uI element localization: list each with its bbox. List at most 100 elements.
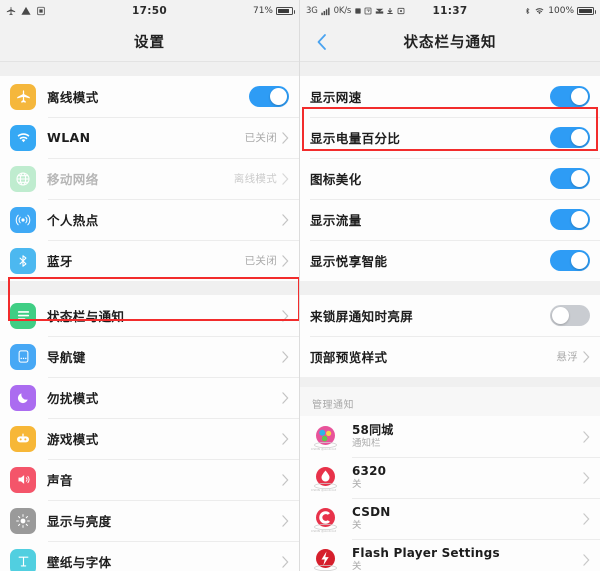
sidebar-item-label: 游戏模式 (47, 432, 99, 447)
chevron-right-icon (583, 553, 590, 566)
app-status: 关 (352, 520, 362, 531)
setting-row-wake-on-lockscreen-notification[interactable]: 来锁屏通知时亮屏 (300, 295, 600, 336)
sidebar-item-mobile-network[interactable]: 移动网络 离线模式 (0, 158, 299, 199)
right-phone-panel: 3G 0K/s 11:37 100% 状态栏与通知 显示网速 显示电量百分比 图… (300, 0, 600, 571)
setting-label: 顶部预览样式 (310, 350, 388, 365)
setting-row-show-netspeed[interactable]: 显示网速 (300, 76, 600, 117)
chevron-right-icon (583, 350, 590, 363)
sidebar-item-wlan[interactable]: WLAN 已关闭 (0, 117, 299, 158)
sidebar-item-bluetooth[interactable]: 蓝牙 已关闭 (0, 240, 299, 281)
airplane-icon (10, 83, 36, 110)
icon-beautify-toggle[interactable] (550, 168, 590, 189)
setting-row-top-preview-style[interactable]: 顶部预览样式 悬浮 (300, 336, 600, 377)
setting-label: 来锁屏通知时亮屏 (310, 309, 414, 324)
app-status: 关 (352, 479, 362, 490)
setting-row-icon-beautify[interactable]: 图标美化 (300, 158, 600, 199)
right-status-right-group: 100% (524, 6, 596, 16)
sidebar-item-hotspot[interactable]: 个人热点 (0, 199, 299, 240)
sidebar-item-label: 个人热点 (47, 213, 99, 228)
sidebar-item-navigation-keys[interactable]: 导航键 (0, 336, 299, 377)
left-phone-panel: 17:50 71% 设置 离线模式 WLAN 已关闭 移动网络 离线模式 个人热… (0, 0, 300, 571)
sidebar-item-sound[interactable]: 声音 (0, 459, 299, 500)
list-item-text: CSDN 关 (352, 505, 583, 532)
sidebar-item-do-not-disturb[interactable]: 勿扰模式 (0, 377, 299, 418)
sidebar-item-game-mode[interactable]: 游戏模式 (0, 418, 299, 459)
left-status-battery: 71% (253, 6, 295, 16)
show-netspeed-toggle[interactable] (550, 86, 590, 107)
sidebar-item-label: 移动网络 (47, 172, 99, 187)
chevron-right-icon (583, 430, 590, 443)
chevron-right-icon (282, 350, 289, 363)
sidebar-item-label: 壁纸与字体 (47, 555, 112, 570)
chevron-right-icon (282, 213, 289, 226)
font-icon (10, 548, 36, 571)
chevron-right-icon (583, 512, 590, 525)
manage-notifications-section-title: 管理通知 (300, 387, 600, 416)
list-item[interactable]: CSDN @Android 6320 关 (300, 457, 600, 498)
watermark: CSDN @Android (311, 447, 337, 451)
sidebar-item-label: 状态栏与通知 (47, 309, 125, 324)
right-group-gap-top (300, 62, 600, 76)
app-name: CSDN (352, 505, 391, 519)
sidebar-item-label: 显示与亮度 (47, 514, 112, 529)
show-battery-percent-toggle[interactable] (550, 127, 590, 148)
chevron-right-icon (282, 131, 289, 144)
chevron-right-icon (282, 172, 289, 185)
back-icon[interactable] (314, 33, 330, 51)
left-group-gap-mid (0, 281, 299, 295)
app-name: Flash Player Settings (352, 546, 500, 560)
right-page-title: 状态栏与通知 (403, 35, 497, 51)
chevron-right-icon (282, 432, 289, 445)
hotspot-icon (10, 206, 36, 233)
list-item-text: Flash Player Settings 关 (352, 546, 583, 571)
globe-icon (10, 165, 36, 192)
sidebar-item-label: 声音 (47, 473, 73, 488)
chevron-right-icon (583, 471, 590, 484)
setting-row-show-traffic[interactable]: 显示流量 (300, 199, 600, 240)
setting-row-show-battery-percent[interactable]: 显示电量百分比 (300, 117, 600, 158)
game-icon (10, 425, 36, 452)
list-item[interactable]: CSDN @Android 58同城 通知栏 (300, 416, 600, 457)
list-item-text: 6320 关 (352, 464, 583, 491)
show-traffic-toggle[interactable] (550, 209, 590, 230)
airplane-mode-toggle[interactable] (249, 86, 289, 107)
sidebar-item-value: 已关闭 (244, 255, 277, 267)
setting-label: 显示悦享智能 (310, 254, 388, 269)
chevron-right-icon (282, 254, 289, 267)
wifi-icon (534, 6, 545, 16)
app-status: 通知栏 (352, 438, 381, 449)
app-58tongcheng-icon: CSDN @Android (311, 423, 339, 451)
list-item[interactable]: CSDN @Android Flash Player Settings 关 (300, 539, 600, 571)
watermark: CSDN @Android (311, 488, 337, 492)
app-csdn-icon: CSDN @Android (311, 505, 339, 533)
left-settings-group-1: 离线模式 WLAN 已关闭 移动网络 离线模式 个人热点 蓝牙 已关闭 (0, 76, 299, 281)
bluetooth-icon (10, 247, 36, 274)
sidebar-item-airplane-mode[interactable]: 离线模式 (0, 76, 299, 117)
moon-icon (10, 384, 36, 411)
right-battery-percent: 100% (548, 6, 574, 16)
sidebar-item-label: 蓝牙 (47, 254, 73, 269)
sidebar-item-label: WLAN (47, 130, 91, 145)
sidebar-item-wallpaper-font[interactable]: 壁纸与字体 (0, 541, 299, 571)
app-name: 58同城 (352, 423, 394, 437)
left-nav-bar: 设置 (0, 22, 299, 62)
right-group-gap-bottom (300, 377, 600, 387)
chevron-right-icon (282, 514, 289, 527)
chevron-right-icon (282, 309, 289, 322)
left-page-title: 设置 (134, 35, 165, 51)
left-group-gap-top (0, 62, 299, 76)
notification-app-list: CSDN @Android 58同城 通知栏 CSDN @Android 632… (300, 416, 600, 571)
setting-label: 显示网速 (310, 90, 362, 105)
chevron-right-icon (282, 391, 289, 404)
app-6320-icon: CSDN @Android (311, 464, 339, 492)
app-status: 关 (352, 561, 362, 571)
setting-row-show-yuexiang[interactable]: 显示悦享智能 (300, 240, 600, 281)
sidebar-item-display-brightness[interactable]: 显示与亮度 (0, 500, 299, 541)
wake-on-lockscreen-toggle[interactable] (550, 305, 590, 326)
sidebar-item-label: 勿扰模式 (47, 391, 99, 406)
sidebar-item-statusbar-notifications[interactable]: 状态栏与通知 (0, 295, 299, 336)
sidebar-item-label: 导航键 (47, 350, 86, 365)
sidebar-item-value: 已关闭 (244, 132, 277, 144)
list-item[interactable]: CSDN @Android CSDN 关 (300, 498, 600, 539)
show-yuexiang-toggle[interactable] (550, 250, 590, 271)
